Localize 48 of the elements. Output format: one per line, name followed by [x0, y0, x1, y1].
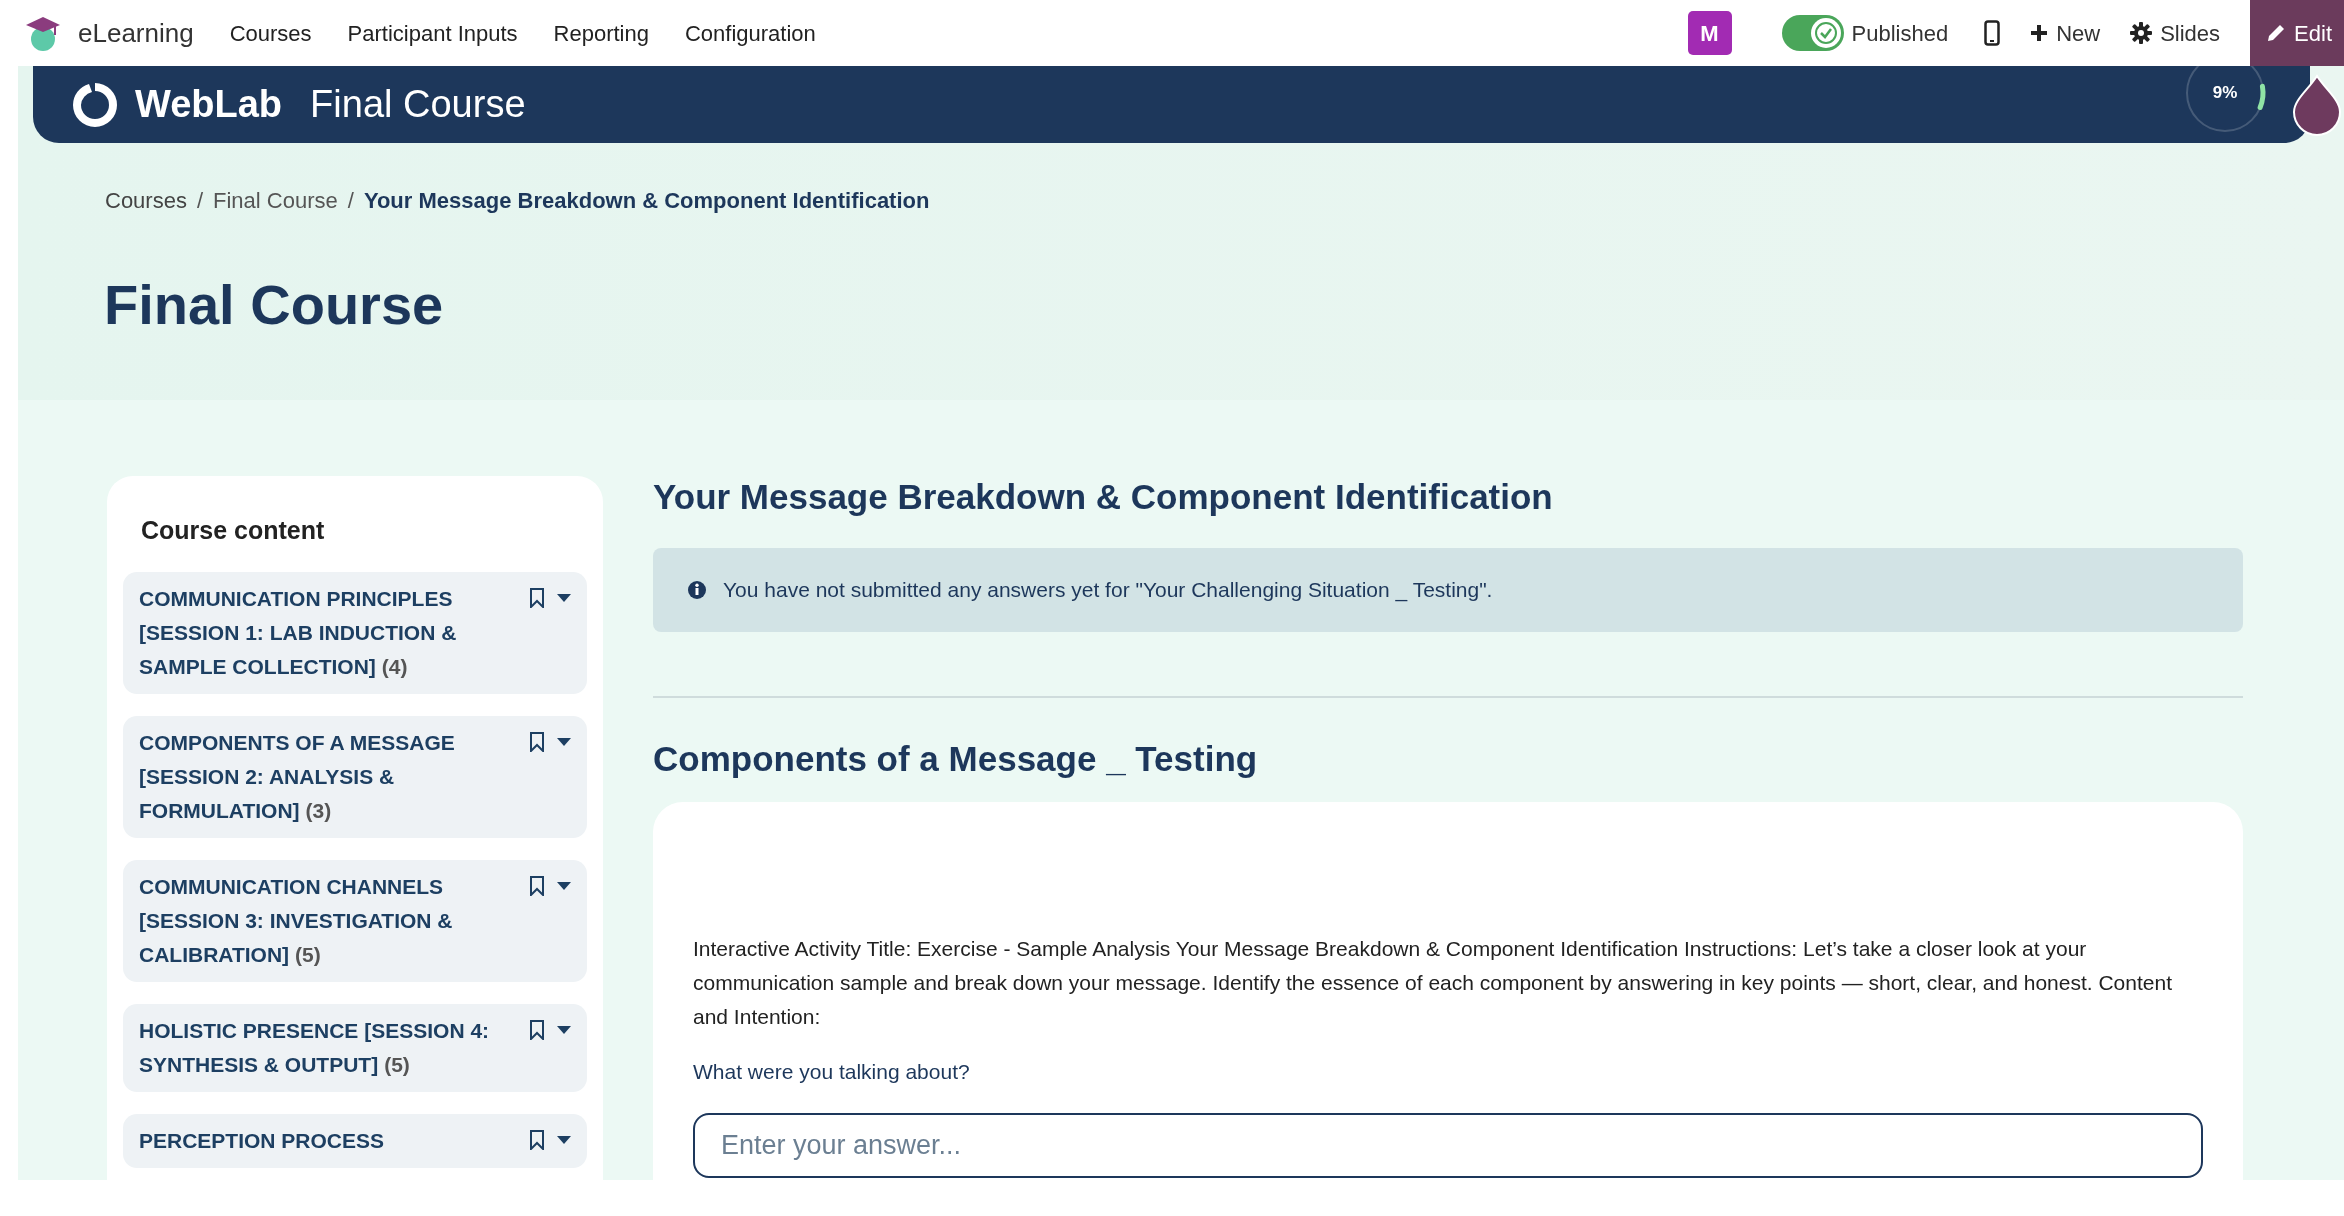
settings-icon — [2130, 22, 2153, 44]
page-title: Final Course — [104, 272, 444, 338]
lesson-title: Your Message Breakdown & Component Identification — [653, 476, 1554, 518]
course-section[interactable]: COMMUNICATION PRINCIPLES [SESSION 1: LAB INDUCTION & SAMPLE COLLECTION] (4) — [123, 571, 587, 694]
instructions-text: Interactive Activity Title: Exercise - Sample Analysis Your Message Breakdown & Component Identification Instructions: Let’s take a closer look at your communication sample and break down your message. Identify the essence of each component by answering in key points — short, clear, and honest. Content and Intention: — [693, 935, 2173, 1030]
slides-button[interactable]: Slides — [2130, 16, 2221, 50]
breadcrumb-current: Your Message Breakdown & Component Identification — [363, 187, 930, 215]
mobile-icon — [1984, 20, 2001, 46]
check-icon — [1810, 18, 1841, 48]
menu-item[interactable]: Configuration — [684, 16, 816, 50]
app-name[interactable]: eLearning — [78, 13, 194, 53]
new-button[interactable]: New — [2030, 16, 2101, 50]
publish-toggle[interactable]: Published — [1781, 15, 1949, 51]
plus-icon — [2030, 24, 2049, 42]
breadcrumb-link[interactable]: Final Course — [213, 184, 338, 217]
bookmark-icon[interactable] — [529, 1129, 545, 1150]
course-section[interactable]: COMPONENTS OF A MESSAGE [SESSION 2: ANALYSIS & FORMULATION] (3) — [123, 715, 587, 838]
course-section[interactable]: COMMUNICATION CHANNELS [SESSION 3: INVESTIGATION & CALIBRATION] (5) — [123, 859, 587, 982]
menu-item[interactable]: Participant Inputs — [347, 16, 518, 50]
drop-icon — [2290, 74, 2344, 136]
logo-text: WebLab — [135, 82, 283, 127]
sidebar-title: Course content — [141, 515, 326, 546]
course-section[interactable]: HOLISTIC PRESENCE [SESSION 4: SYNTHESIS & OUTPUT] (5) — [123, 1003, 587, 1092]
bookmark-icon[interactable] — [529, 1019, 545, 1040]
bookmark-icon[interactable] — [529, 731, 545, 752]
section-heading: Components of a Message _ Testing — [653, 737, 1259, 780]
question-label: What were you talking about? — [693, 1058, 971, 1085]
bookmark-icon[interactable] — [529, 587, 545, 608]
section-title: HOLISTIC PRESENCE [SESSION 4: SYNTHESIS & OUTPUT] (5) — [139, 1017, 491, 1078]
section-title: COMMUNICATION CHANNELS [SESSION 3: INVESTIGATION & CALIBRATION] (5) — [139, 873, 454, 968]
breadcrumb-link[interactable]: Courses — [105, 184, 187, 217]
mobile-preview-button[interactable] — [1984, 20, 2001, 46]
section-title: COMMUNICATION PRINCIPLES [SESSION 1: LAB INDUCTION & SAMPLE COLLECTION] (4) — [139, 585, 458, 680]
edit-button[interactable]: Edit — [2250, 0, 2344, 66]
user-avatar[interactable]: M — [1687, 11, 1732, 55]
answer-field[interactable]: Enter your answer... — [693, 1113, 2203, 1178]
course-section[interactable]: PERCEPTION PROCESS — [123, 1113, 587, 1168]
bookmark-icon[interactable] — [529, 875, 545, 896]
menu-item[interactable]: Reporting — [553, 16, 649, 50]
breadcrumb-separator: / — [347, 187, 354, 215]
breadcrumb-separator: / — [196, 187, 204, 215]
menu-item[interactable]: Courses — [229, 16, 312, 50]
section-title: COMPONENTS OF A MESSAGE [SESSION 2: ANALYSIS & FORMULATION] (3) — [139, 729, 456, 824]
alert-text: You have not submitted any answers yet for "Your Challenging Situation _ Testing". — [723, 577, 1493, 604]
section-title: PERCEPTION PROCESS — [139, 1127, 386, 1154]
course-title: Final Course — [310, 82, 526, 127]
info-icon — [687, 579, 707, 600]
pencil-icon — [2266, 23, 2287, 43]
